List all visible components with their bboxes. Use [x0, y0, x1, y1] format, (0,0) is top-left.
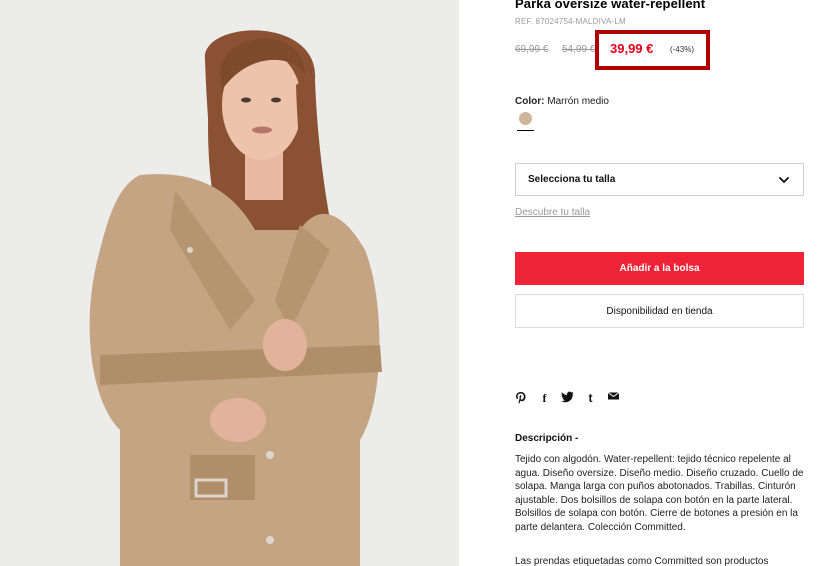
share-icons: f t: [515, 390, 620, 406]
product-image[interactable]: [0, 0, 459, 566]
product-title: Parka oversize water-repellent: [515, 0, 706, 11]
tumblr-icon[interactable]: t: [584, 391, 597, 405]
twitter-icon[interactable]: [561, 391, 574, 405]
add-to-bag-button[interactable]: Añadir a la bolsa: [515, 252, 804, 285]
color-label: Color:: [515, 96, 545, 107]
color-value: Marrón medio: [547, 96, 609, 107]
description-text: Tejido con algodón. Water-repellent: tej…: [515, 454, 804, 533]
description-more-text: Las prendas etiquetadas como Committed s…: [515, 556, 769, 566]
sale-price: 39,99 €: [610, 41, 654, 56]
store-availability-button[interactable]: Disponibilidad en tienda: [515, 294, 804, 328]
size-guide-link[interactable]: Descubre tu talla: [515, 207, 590, 218]
size-select-label: Selecciona tu talla: [528, 174, 616, 185]
facebook-icon[interactable]: f: [538, 391, 551, 405]
description-title: Descripción -: [515, 433, 579, 444]
discount-badge: (-43%): [670, 45, 695, 54]
sale-price-highlight: 39,99 € (-43%): [595, 30, 710, 70]
email-icon[interactable]: [607, 391, 620, 405]
original-price: 69,99 €: [515, 44, 549, 55]
swatch-selected-indicator: [517, 130, 534, 131]
color-swatch[interactable]: [519, 112, 532, 125]
product-reference: REF. 87024754-MALDIVA-LM: [515, 17, 626, 26]
pinterest-icon[interactable]: [515, 391, 528, 405]
chevron-down-icon: [779, 177, 789, 183]
size-select[interactable]: Selecciona tu talla: [515, 163, 804, 196]
previous-price: 54,99 €: [562, 44, 596, 55]
color-info: Color: Marrón medio: [515, 96, 609, 107]
product-photo-illustration: [0, 0, 459, 566]
